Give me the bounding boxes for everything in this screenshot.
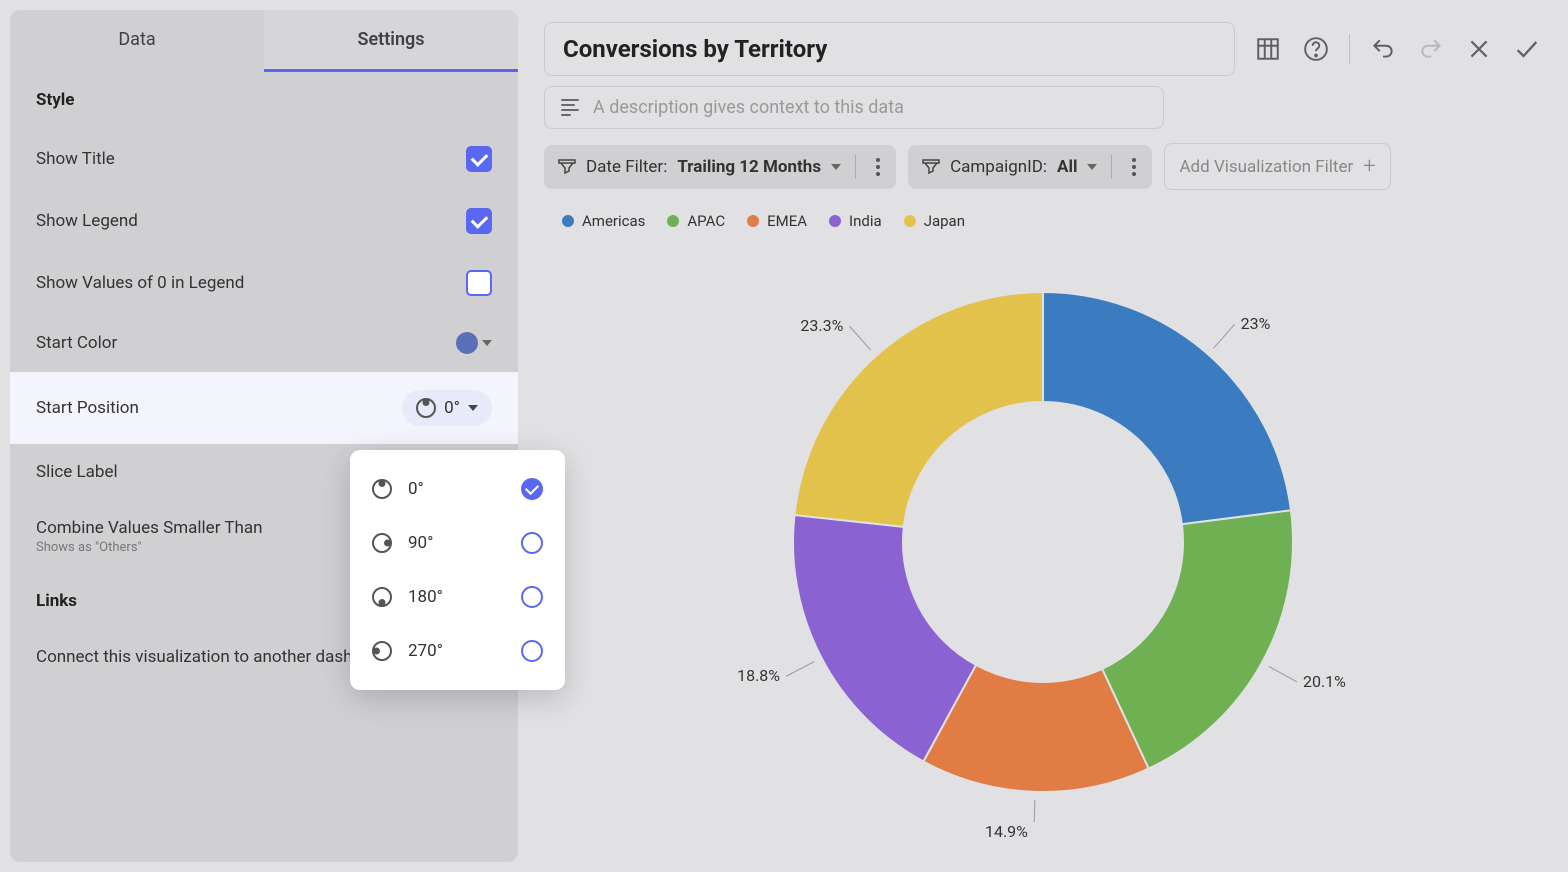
filter-row: Date Filter: Trailing 12 Months Campaign… — [544, 143, 1542, 190]
legend-label: APAC — [687, 212, 725, 230]
setting-label: Start Color — [36, 333, 456, 353]
setting-show-title: Show Title — [10, 128, 518, 190]
legend-dot — [667, 215, 679, 227]
divider — [1111, 155, 1112, 179]
option-label: 180° — [408, 587, 443, 607]
legend-label: India — [849, 212, 882, 230]
option-label: 270° — [408, 641, 443, 661]
setting-label: Start Position — [36, 398, 402, 418]
start-position-value: 0° — [444, 398, 460, 418]
help-icon[interactable] — [1301, 34, 1331, 64]
setting-start-color: Start Color — [10, 314, 518, 372]
chevron-down-icon — [468, 405, 478, 411]
option-label: 90° — [408, 533, 433, 553]
legend-dot — [829, 215, 841, 227]
option-label: 0° — [408, 479, 424, 499]
add-filter-label: Add Visualization Filter — [1179, 157, 1353, 177]
table-view-icon[interactable] — [1253, 34, 1283, 64]
start-color-picker[interactable] — [456, 332, 492, 354]
legend-item[interactable]: EMEA — [747, 212, 807, 230]
filter-label: Date Filter: — [586, 157, 667, 177]
start-position-dropdown: 0° 90° 180° 270° — [350, 450, 565, 690]
donut-chart: 23%20.1%14.9%18.8%23.3% — [763, 262, 1323, 822]
setting-show-zero: Show Values of 0 in Legend — [10, 252, 518, 314]
close-button[interactable] — [1464, 34, 1494, 64]
setting-show-legend: Show Legend — [10, 190, 518, 252]
legend-dot — [562, 215, 574, 227]
dropdown-option[interactable]: 180° — [350, 570, 565, 624]
legend-label: EMEA — [767, 212, 807, 230]
description-placeholder: A description gives context to this data — [593, 97, 904, 118]
setting-start-position: Start Position 0° — [10, 372, 518, 444]
tab-settings[interactable]: Settings — [264, 10, 518, 72]
filter-label: CampaignID: — [950, 157, 1047, 177]
filter-campaign[interactable]: CampaignID: All — [908, 145, 1152, 189]
setting-label: Show Values of 0 in Legend — [36, 273, 466, 293]
filter-icon — [922, 159, 940, 175]
checkbox-show-zero[interactable] — [466, 270, 492, 296]
legend-item[interactable]: India — [829, 212, 882, 230]
slice-label: 18.8% — [737, 666, 780, 685]
slice-label: 20.1% — [1303, 672, 1346, 691]
slice-label: 23% — [1241, 314, 1271, 333]
checkbox-show-legend[interactable] — [466, 208, 492, 234]
chevron-down-icon — [831, 164, 841, 170]
chart-legend: Americas APAC EMEA India Japan — [562, 212, 1542, 230]
filter-date[interactable]: Date Filter: Trailing 12 Months — [544, 145, 896, 189]
checkbox-show-title[interactable] — [466, 146, 492, 172]
position-icon — [372, 533, 392, 553]
position-icon — [416, 398, 436, 418]
divider — [1349, 34, 1350, 64]
redo-button[interactable] — [1416, 34, 1446, 64]
start-position-dropdown-trigger[interactable]: 0° — [402, 390, 492, 426]
sidebar-tabs: Data Settings — [10, 10, 518, 72]
legend-item[interactable]: Japan — [904, 212, 965, 230]
radio — [521, 586, 543, 608]
slice-label: 14.9% — [985, 822, 1028, 841]
radio — [521, 478, 543, 500]
radio — [521, 532, 543, 554]
chart-title-input[interactable]: Conversions by Territory — [544, 22, 1235, 76]
setting-sublabel: Shows as "Others" — [36, 540, 263, 555]
filter-icon — [558, 159, 576, 175]
plus-icon: + — [1363, 154, 1375, 179]
slice-label: 23.3% — [800, 316, 843, 335]
dropdown-option[interactable]: 270° — [350, 624, 565, 678]
description-icon — [561, 99, 579, 116]
radio — [521, 640, 543, 662]
legend-label: Japan — [924, 212, 965, 230]
legend-label: Americas — [582, 212, 645, 230]
dropdown-option[interactable]: 0° — [350, 462, 565, 516]
position-icon — [372, 587, 392, 607]
filter-value: All — [1057, 157, 1077, 177]
dropdown-option[interactable]: 90° — [350, 516, 565, 570]
position-icon — [372, 641, 392, 661]
legend-dot — [747, 215, 759, 227]
more-icon[interactable] — [1126, 158, 1142, 176]
confirm-button[interactable] — [1512, 34, 1542, 64]
legend-item[interactable]: Americas — [562, 212, 645, 230]
setting-label: Show Legend — [36, 211, 466, 231]
setting-label: Combine Values Smaller Than — [36, 518, 263, 538]
tab-data[interactable]: Data — [10, 10, 264, 72]
add-filter-button[interactable]: Add Visualization Filter + — [1164, 143, 1390, 190]
main-panel: Conversions by Territory A desc — [528, 10, 1558, 862]
chevron-down-icon — [482, 340, 492, 346]
section-style-header: Style — [10, 72, 518, 128]
topbar: Conversions by Territory — [544, 22, 1542, 76]
color-swatch — [456, 332, 478, 354]
setting-label: Show Title — [36, 149, 466, 169]
legend-dot — [904, 215, 916, 227]
chevron-down-icon — [1087, 164, 1097, 170]
legend-item[interactable]: APAC — [667, 212, 725, 230]
more-icon[interactable] — [870, 158, 886, 176]
settings-sidebar: Data Settings Style Show Title Show Lege… — [10, 10, 518, 862]
position-icon — [372, 479, 392, 499]
undo-button[interactable] — [1368, 34, 1398, 64]
divider — [855, 155, 856, 179]
description-input[interactable]: A description gives context to this data — [544, 86, 1164, 129]
chart-area: 23% 20.1% 14.9% 18.8% 23.3% — [544, 234, 1542, 850]
filter-value: Trailing 12 Months — [677, 157, 821, 177]
